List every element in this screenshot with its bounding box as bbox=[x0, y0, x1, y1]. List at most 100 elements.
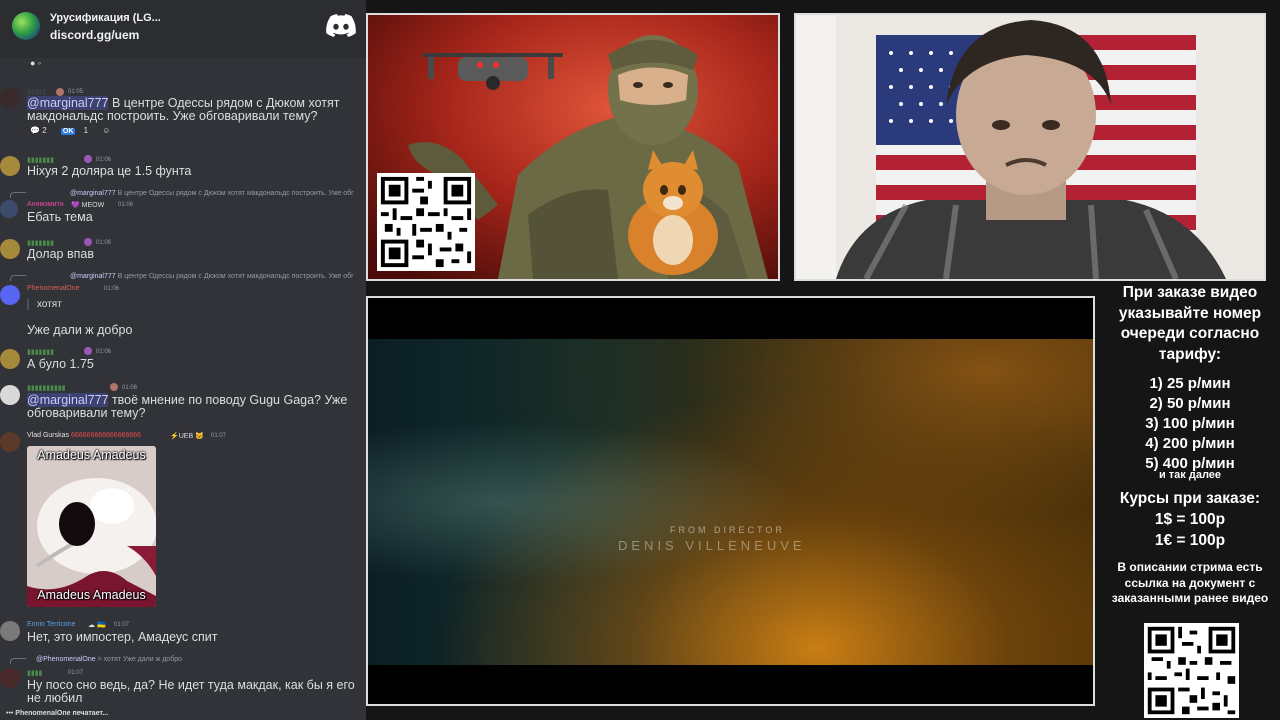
chat-message: ▮▮▮▮▮▮▮ 01:06 А було 1.75 bbox=[0, 346, 366, 372]
webcam-feed bbox=[794, 13, 1266, 281]
qr-code-pattern bbox=[377, 173, 475, 271]
reply-preview[interactable]: @marginal777 В центре Одессы рядом с Дюк… bbox=[70, 273, 354, 280]
discord-chat-panel: Урусификация (LG... discord.gg/uem ● ◦ ▮… bbox=[0, 0, 366, 720]
reply-connector bbox=[10, 275, 26, 281]
message-time: 01:07 bbox=[211, 433, 227, 439]
order-instructions-heading: При заказе видео указывайте номер очеред… bbox=[1118, 284, 1262, 363]
user-avatar bbox=[0, 432, 20, 452]
chat-message: ▮▮▮▮▮ 01:05 @marginal777 В центре Одессы… bbox=[0, 86, 366, 138]
username: ▮▮▮▮▮▮▮ bbox=[27, 349, 54, 356]
user-badge: ☁ 🇺🇦 bbox=[88, 622, 106, 629]
qr-code[interactable] bbox=[377, 173, 475, 271]
user-avatar bbox=[0, 349, 20, 369]
username: ▮▮▮▮▮▮▮▮▮▮ bbox=[27, 385, 66, 392]
server-invite-link[interactable]: discord.gg/uem bbox=[50, 28, 139, 42]
ok-reaction[interactable]: OK 1 bbox=[60, 126, 94, 135]
user-avatar bbox=[0, 385, 20, 405]
message-time: 01:06 bbox=[96, 157, 112, 163]
message-text: А було 1.75 bbox=[27, 357, 94, 371]
reaction-fragment: ● ◦ bbox=[30, 58, 42, 68]
chat-message: ▮▮▮▮▮▮▮ 01:06 Долар впав bbox=[0, 237, 366, 263]
tariff-item: 3) 100 р/мин bbox=[1145, 415, 1235, 432]
reply-connector bbox=[10, 192, 26, 198]
message-time: 01:06 bbox=[118, 202, 134, 208]
typing-indicator: ••• PhenomenalOne печатает... bbox=[6, 710, 109, 717]
user-badge: 💜 MEOW bbox=[71, 202, 105, 209]
user-badge-icon bbox=[110, 383, 118, 391]
message-time: 01:06 bbox=[96, 240, 112, 246]
chat-header: Урусификация (LG... discord.gg/uem bbox=[0, 0, 366, 58]
meme-picture bbox=[27, 446, 156, 607]
chat-message: @marginal777 В центре Одессы рядом с Дюк… bbox=[0, 188, 366, 228]
message-time: 01:05 bbox=[68, 89, 84, 95]
chat-message: @PhenomenalOne > хотят Уже дали ж добро … bbox=[0, 654, 366, 708]
credit-line-director: DENIS VILLENEUVE bbox=[618, 538, 806, 553]
server-name: Урусификация (LG... bbox=[50, 12, 161, 24]
username: PhenomenalOne bbox=[27, 285, 80, 292]
user-mention[interactable]: @marginal777 bbox=[27, 393, 109, 407]
credit-line-small: FROM DIRECTOR bbox=[670, 525, 785, 535]
qr-code-pattern bbox=[1144, 623, 1239, 718]
tariff-item: 2) 50 р/мин bbox=[1149, 395, 1231, 412]
meme-bottom-caption: Amadeus Amadeus bbox=[37, 588, 146, 602]
message-text: Ніхуя 2 доляра це 1.5 фунта bbox=[27, 164, 192, 178]
comment-reaction[interactable]: 💬 2 bbox=[30, 126, 53, 135]
user-badge-icon bbox=[84, 238, 92, 246]
tariff-list: 1) 25 р/мин 2) 50 р/мин 3) 100 р/мин 4) … bbox=[1100, 374, 1280, 474]
message-quote: хотят bbox=[27, 299, 62, 310]
user-badge-icon bbox=[56, 88, 64, 96]
username: Vlad Gurskas 666666666666666666 bbox=[27, 432, 142, 439]
rate-eur: 1€ = 100р bbox=[1154, 532, 1226, 549]
rates-heading: Курсы при заказе: bbox=[1119, 490, 1261, 507]
tariff-item: 4) 200 р/мин bbox=[1145, 435, 1235, 452]
user-avatar bbox=[0, 156, 20, 176]
user-badge-icon bbox=[84, 155, 92, 163]
server-icon bbox=[12, 12, 40, 40]
rate-usd: 1$ = 100р bbox=[1154, 511, 1226, 528]
webcam-image bbox=[796, 15, 1264, 279]
user-avatar bbox=[0, 88, 20, 108]
description-note: В описании стрима есть ссылка на докумен… bbox=[1111, 560, 1269, 605]
order-info-panel: При заказе видео указывайте номер очеред… bbox=[1100, 280, 1280, 720]
message-text: @marginal777 твоё мнение по поводу Gugu … bbox=[27, 393, 348, 420]
discord-logo-icon bbox=[326, 14, 356, 37]
user-avatar bbox=[0, 285, 20, 305]
message-text: Долар впав bbox=[27, 247, 94, 261]
username: ▮▮▮▮ bbox=[27, 670, 43, 677]
message-time: 01:07 bbox=[68, 670, 84, 676]
message-text: Ну посо сно ведь, да? Не идет туда макда… bbox=[27, 678, 355, 705]
reply-connector bbox=[10, 658, 26, 664]
reply-preview[interactable]: @PhenomenalOne > хотят Уже дали ж добро bbox=[36, 656, 182, 663]
video-frame: FROM DIRECTOR DENIS VILLENEUVE bbox=[368, 339, 1093, 665]
chat-message: ▮▮▮▮▮▮▮ 01:06 Ніхуя 2 доляра це 1.5 фунт… bbox=[0, 154, 366, 180]
username: ▮▮▮▮▮▮▮ bbox=[27, 240, 54, 247]
video-player[interactable]: FROM DIRECTOR DENIS VILLENEUVE bbox=[366, 296, 1095, 706]
meme-image[interactable]: Amadeus Amadeus Amadeus Amadeus bbox=[27, 446, 156, 607]
username: ▮▮▮▮▮ bbox=[27, 89, 47, 96]
username: Анимэмити bbox=[27, 201, 64, 208]
user-avatar bbox=[0, 200, 18, 218]
message-text: Уже дали ж добро bbox=[27, 323, 133, 337]
tariff-item: 1) 25 р/мин bbox=[1149, 375, 1231, 392]
username: ▮▮▮▮▮▮▮ bbox=[27, 157, 54, 164]
message-time: 01:06 bbox=[104, 286, 120, 292]
user-badge-icon bbox=[84, 347, 92, 355]
user-badge: ⚡UEB 🐱 bbox=[170, 433, 204, 440]
chat-message: Ennio Terricone ☁ 🇺🇦 01:07 Нет, это импо… bbox=[0, 619, 366, 647]
username: Ennio Terricone bbox=[27, 621, 76, 628]
meme-top-caption: Amadeus Amadeus bbox=[37, 448, 146, 462]
user-mention[interactable]: @marginal777 bbox=[27, 96, 109, 110]
stream-layout: Урусификация (LG... discord.gg/uem ● ◦ ▮… bbox=[0, 0, 1280, 720]
message-time: 01:06 bbox=[122, 385, 138, 391]
soldier-cat-image bbox=[366, 13, 780, 281]
message-time: 01:06 bbox=[96, 349, 112, 355]
chat-message: ▮▮▮▮▮▮▮▮▮▮ 01:06 @marginal777 твоё мнени… bbox=[0, 382, 366, 426]
message-text: Нет, это импостер, Амадеус спит bbox=[27, 630, 218, 644]
message-text: Ебать тема bbox=[27, 210, 93, 224]
qr-code[interactable] bbox=[1144, 623, 1239, 718]
message-text: @marginal777 В центре Одессы рядом с Дюк… bbox=[27, 96, 340, 123]
add-reaction-icon[interactable]: ☺ bbox=[102, 126, 110, 135]
reply-preview[interactable]: @marginal777 В центре Одессы рядом с Дюк… bbox=[70, 190, 354, 197]
tariff-note: и так далее bbox=[1158, 469, 1222, 481]
message-reactions[interactable]: 💬 2 OK 1 ☺ bbox=[30, 126, 116, 135]
